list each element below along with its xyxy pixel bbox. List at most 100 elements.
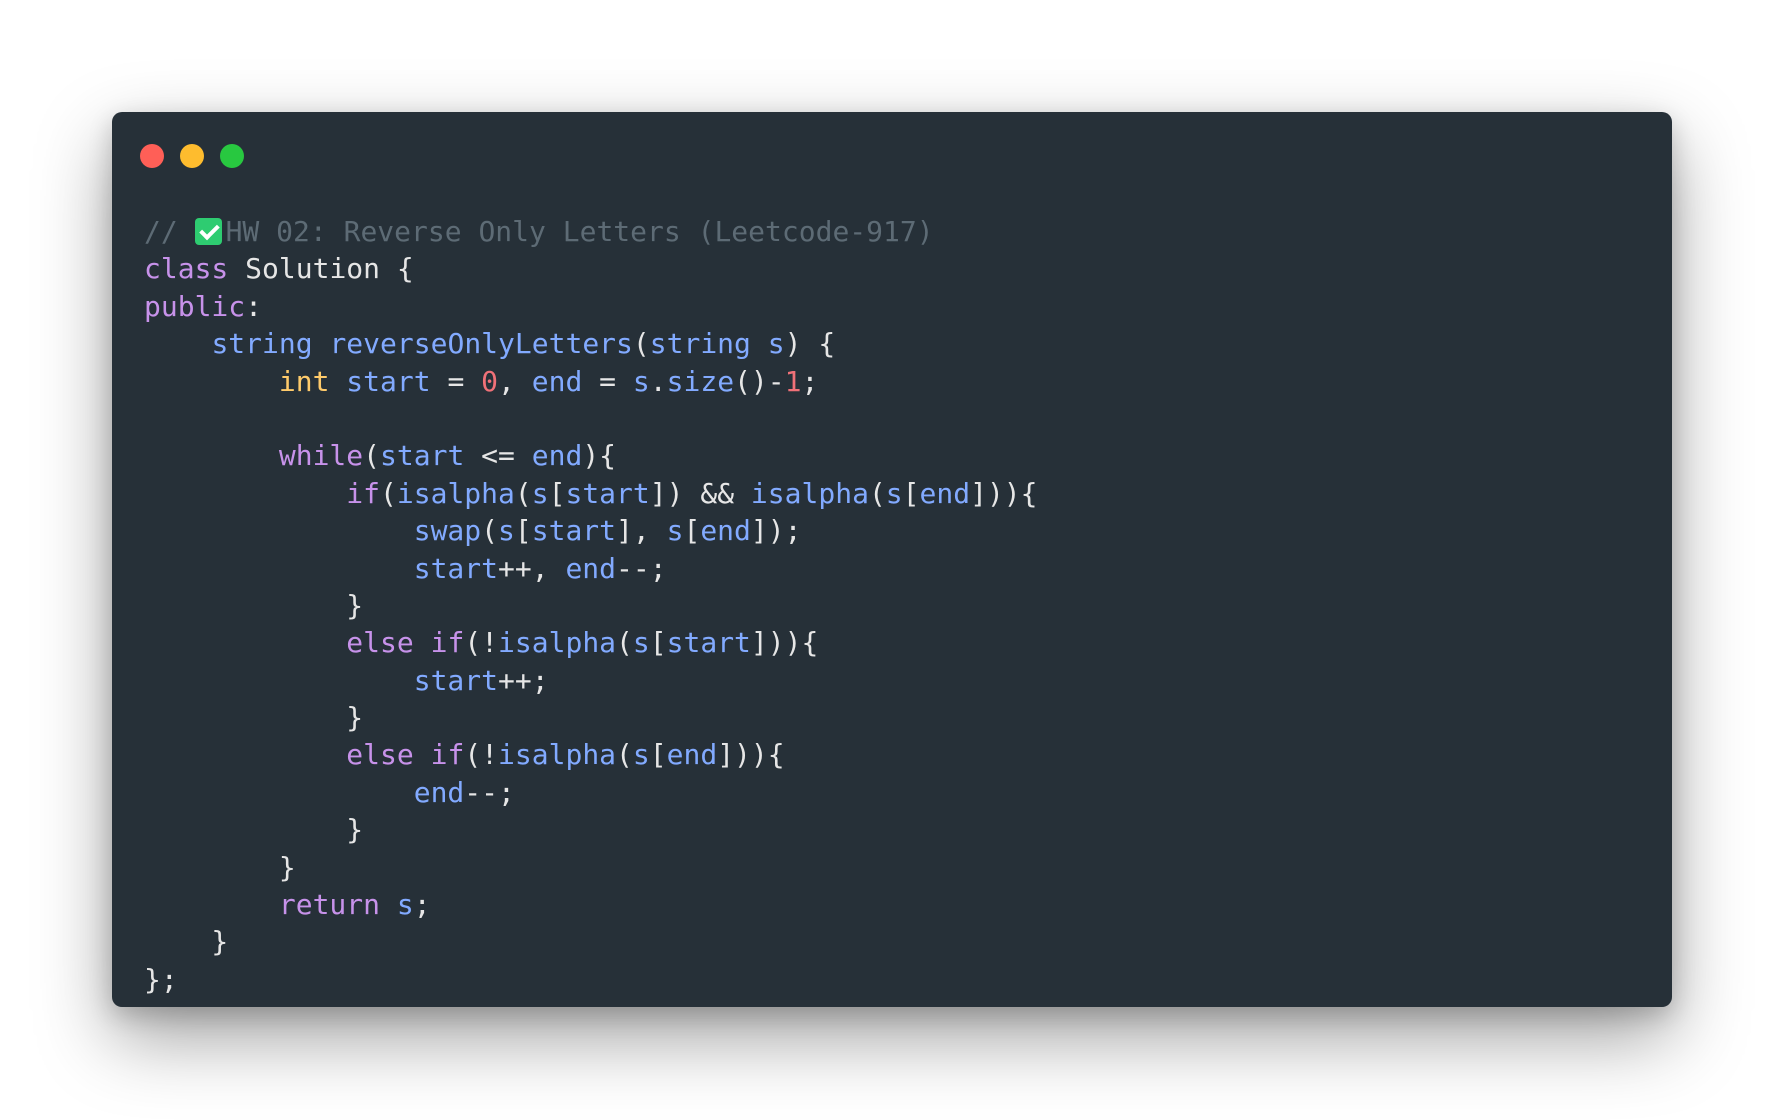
code-line: }	[144, 923, 1038, 960]
code-token-plain: :	[245, 289, 263, 323]
code-token-keyword: else	[346, 738, 414, 772]
code-token-plain: ){	[582, 439, 617, 473]
code-line: };	[144, 961, 1038, 998]
code-token-plain: [	[683, 514, 701, 548]
code-token-plain: (	[380, 476, 397, 510]
code-block: // HW 02: Reverse Only Letters (Leetcode…	[144, 213, 1038, 998]
code-token-plain: ])){	[750, 626, 819, 660]
code-token-int_type: int	[278, 364, 330, 398]
code-token-variable: s	[632, 626, 650, 660]
code-token-function: swap	[413, 514, 482, 548]
code-token-variable: start	[380, 439, 465, 473]
code-token-plain: [	[649, 626, 667, 660]
code-token-plain: ,	[498, 364, 532, 398]
code-token-keyword: if	[346, 476, 381, 510]
code-token-variable: start	[346, 364, 431, 398]
code-token-keyword: while	[278, 439, 364, 473]
code-line: start++;	[144, 662, 1038, 699]
code-token-variable: s	[632, 738, 650, 772]
code-line: while(start <= end){	[144, 437, 1038, 474]
code-line: string reverseOnlyLetters(string s) {	[144, 325, 1038, 362]
zoom-button[interactable]	[220, 144, 244, 168]
code-token-plain: ()-	[734, 364, 785, 398]
code-token-plain: ;	[413, 888, 431, 922]
code-token-plain: <=	[464, 439, 532, 473]
code-line: if(isalpha(s[start]) && isalpha(s[end]))…	[144, 475, 1038, 512]
code-token-variable: s	[396, 888, 414, 922]
code-token-keyword: else	[346, 626, 414, 660]
code-token-function: reverseOnlyLetters	[329, 327, 633, 361]
code-token-plain: ])){	[717, 738, 785, 772]
code-token-type: string	[649, 327, 751, 361]
minimize-button[interactable]	[180, 144, 204, 168]
code-token-plain: ;	[801, 364, 819, 398]
close-button[interactable]	[140, 144, 164, 168]
code-token-keyword: public	[144, 289, 246, 323]
check-mark-emoji-icon	[194, 218, 222, 245]
code-token-keyword: class	[144, 252, 246, 286]
code-token-keyword: if	[430, 626, 465, 660]
code-token-function: isalpha	[498, 626, 617, 660]
code-token-comment: //	[144, 215, 195, 248]
code-token-plain: (	[481, 514, 499, 548]
code-token-plain: }	[144, 588, 364, 622]
code-token-variable: s	[531, 476, 549, 510]
code-token-plain: (	[363, 439, 381, 473]
code-line: public:	[144, 288, 1038, 325]
code-token-number: 1	[784, 364, 802, 398]
code-line: }	[144, 587, 1038, 624]
code-token-variable: start	[531, 514, 617, 548]
code-token-plain: }	[144, 850, 296, 884]
code-line: }	[144, 811, 1038, 848]
code-token-variable: end	[565, 551, 617, 585]
code-token-function: size	[666, 364, 735, 398]
code-token-plain: (	[616, 738, 633, 772]
code-token-plain: }	[144, 813, 364, 847]
code-line: end--;	[144, 774, 1038, 811]
code-token-plain: (!	[464, 626, 499, 660]
code-token-function: isalpha	[498, 738, 617, 772]
code-line: }	[144, 699, 1038, 736]
code-token-plain: [	[548, 476, 566, 510]
code-line: swap(s[start], s[end]);	[144, 512, 1038, 549]
code-token-plain: [	[514, 514, 532, 548]
code-token-variable: start	[413, 551, 499, 585]
code-token-plain: =	[430, 364, 482, 398]
code-token-plain: (	[868, 476, 886, 510]
code-line: class Solution {	[144, 250, 1038, 287]
code-line: else if(!isalpha(s[start])){	[144, 624, 1038, 661]
code-token-keyword: if	[430, 738, 465, 772]
code-token-plain: =	[582, 364, 633, 398]
code-token-variable: s	[498, 514, 515, 548]
code-token-plain: (!	[464, 738, 499, 772]
code-token-plain: (	[514, 476, 532, 510]
code-token-variable: end	[919, 476, 971, 510]
code-token-comment: HW 02: Reverse Only Letters (Leetcode-91…	[225, 215, 934, 248]
code-token-number: 0	[481, 364, 499, 398]
code-token-variable: s	[632, 364, 650, 398]
code-token-plain: }	[144, 701, 364, 735]
code-token-function: isalpha	[750, 476, 869, 510]
code-token-plain: ) {	[784, 327, 836, 361]
code-token-variable: end	[700, 514, 751, 548]
code-token-plain: .	[649, 364, 667, 398]
code-token-function: isalpha	[396, 476, 515, 510]
code-snippet-window: // HW 02: Reverse Only Letters (Leetcode…	[112, 112, 1672, 1007]
code-token-plain: ])){	[970, 476, 1038, 510]
code-token-variable: end	[531, 439, 583, 473]
code-token-plain: ]) &&	[649, 476, 751, 510]
code-token-plain: ++;	[498, 663, 549, 697]
code-token-keyword: return	[278, 888, 381, 922]
